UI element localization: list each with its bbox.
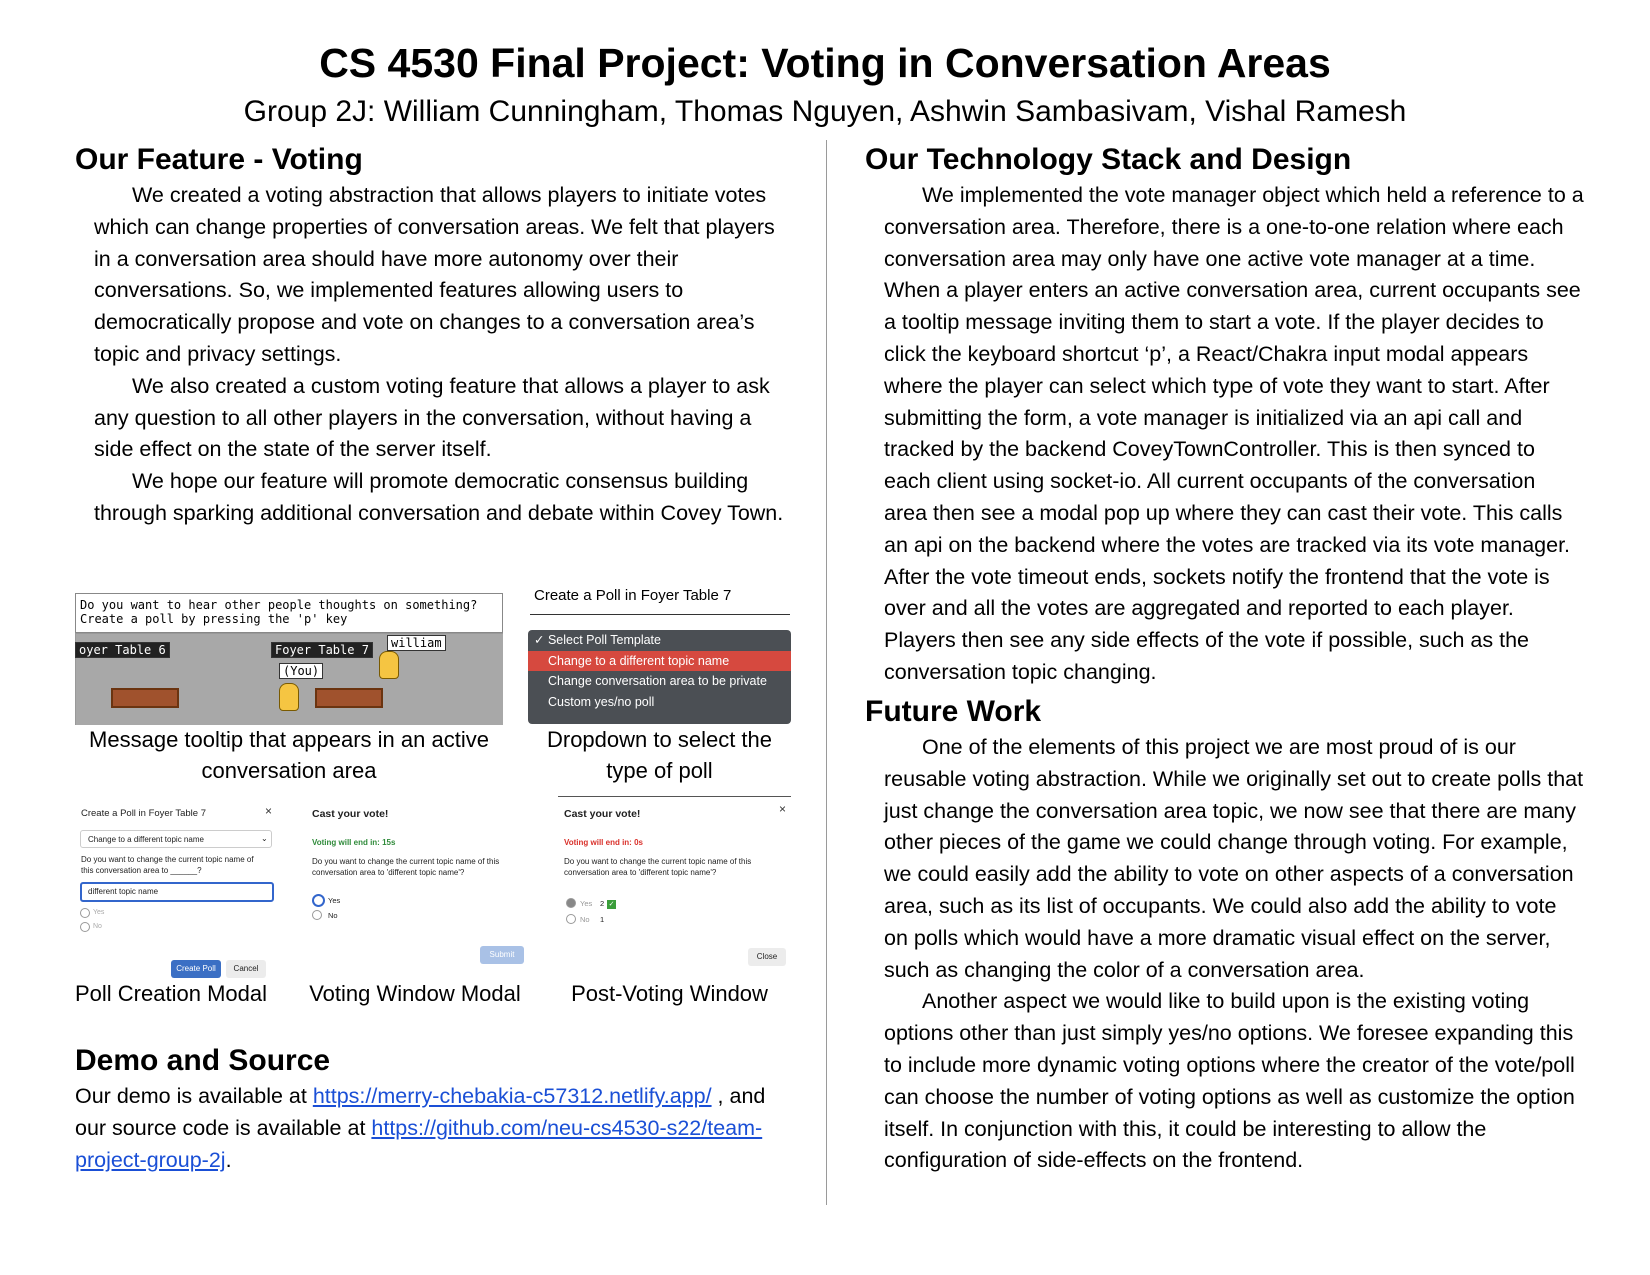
demo-heading: Demo and Source — [75, 1044, 331, 1077]
poll-template-dropdown[interactable]: ✓ Select Poll Template Change to a diffe… — [528, 630, 791, 724]
table7-label: Foyer Table 7 — [271, 642, 373, 658]
tech-body: We implemented the vote manager object w… — [865, 180, 1584, 689]
yes-radio — [566, 898, 576, 908]
future-heading: Future Work — [865, 695, 1042, 728]
future-section: Future Work One of the elements of this … — [865, 692, 1595, 1177]
voting-question: Do you want to change the current topic … — [312, 857, 500, 877]
close-icon[interactable]: × — [265, 804, 272, 818]
post-voting-modal: Cast your vote! × Voting will end in: 0s… — [558, 796, 791, 984]
demo-section: Demo and Source Our demo is available at… — [75, 1041, 805, 1176]
yes-option-label: Yes — [93, 909, 105, 916]
top-border — [558, 796, 791, 797]
no-option-label: No — [328, 911, 338, 920]
no-radio[interactable] — [80, 922, 90, 932]
tech-heading: Our Technology Stack and Design — [865, 143, 1352, 176]
dropdown-option[interactable]: ✓ Select Poll Template — [528, 630, 791, 651]
feature-section: Our Feature - Voting We created a voting… — [75, 140, 795, 530]
yes-count: 2 — [600, 899, 605, 908]
feature-paragraph: We also created a custom voting feature … — [94, 373, 770, 462]
no-radio — [566, 914, 576, 924]
cancel-button[interactable]: Cancel — [226, 960, 266, 978]
table-7 — [315, 688, 383, 708]
dropdown-modal-title: Create a Poll in Foyer Table 7 — [534, 587, 732, 604]
future-body: One of the elements of this project we a… — [865, 732, 1584, 1177]
no-option-label: No — [93, 923, 102, 930]
yes-option-label: Yes — [580, 899, 593, 908]
authors-line: Group 2J: William Cunningham, Thomas Ngu… — [243, 95, 1407, 128]
demo-text: . — [225, 1147, 232, 1172]
page-title: CS 4530 Final Project: Voting in Convers… — [319, 40, 1331, 86]
voting-caption: Voting Window Modal — [309, 981, 521, 1006]
tech-paragraph: We implemented the vote manager object w… — [884, 183, 1584, 684]
voting-title: Cast your vote! — [312, 808, 389, 820]
demo-body: Our demo is available at https://merry-c… — [75, 1081, 795, 1176]
feature-body: We created a voting abstraction that all… — [75, 180, 794, 530]
close-icon[interactable]: × — [779, 802, 786, 816]
tooltip-screenshot: Do you want to hear other people thought… — [75, 593, 503, 725]
table-6 — [111, 688, 179, 708]
feature-paragraph: We created a voting abstraction that all… — [94, 183, 775, 366]
submit-button[interactable]: Submit — [480, 946, 524, 964]
tooltip-line: Do you want to hear other people thought… — [80, 598, 478, 612]
dropdown-option[interactable]: Custom yes/no poll — [528, 692, 791, 713]
tooltip-line: Create a poll by pressing the 'p' key — [80, 612, 348, 626]
no-count: 1 — [600, 915, 605, 924]
no-radio[interactable] — [312, 910, 322, 920]
player-name-label: william — [387, 635, 446, 651]
feature-heading: Our Feature - Voting — [75, 143, 363, 176]
player-sprite-william — [379, 651, 399, 679]
column-divider — [826, 140, 827, 1205]
dropdown-option[interactable]: Change conversation area to be private — [528, 671, 791, 692]
voting-window-modal: Cast your vote! Voting will end in: 15s … — [306, 802, 528, 984]
demo-link[interactable]: https://merry-chebakia-c57312.netlify.ap… — [313, 1084, 712, 1108]
creation-question: Do you want to change the current topic … — [81, 855, 254, 875]
no-option-label: No — [580, 915, 590, 924]
yes-option-label: Yes — [328, 896, 341, 905]
creation-caption: Poll Creation Modal — [75, 981, 267, 1006]
post-question: Do you want to change the current topic … — [564, 857, 752, 877]
check-icon: ✓ — [607, 900, 616, 909]
future-paragraph: Another aspect we would like to build up… — [884, 989, 1575, 1173]
post-timer: Voting will end in: 0s — [564, 838, 643, 847]
dropdown-caption: Dropdown to select the type of poll — [546, 727, 773, 783]
tooltip-message: Do you want to hear other people thought… — [75, 593, 503, 633]
post-title: Cast your vote! — [564, 808, 641, 820]
future-paragraph: One of the elements of this project we a… — [884, 735, 1584, 982]
table6-label: oyer Table 6 — [75, 642, 170, 658]
you-label: (You) — [279, 663, 324, 679]
feature-paragraph: We hope our feature will promote democra… — [94, 469, 784, 525]
topic-input-value: different topic name — [88, 887, 159, 896]
creation-title: Create a Poll in Foyer Table 7 — [81, 808, 206, 819]
yes-radio[interactable] — [80, 908, 90, 918]
close-button[interactable]: Close — [748, 948, 786, 966]
tech-section: Our Technology Stack and Design We imple… — [865, 140, 1595, 689]
poll-type-select-value: Change to a different topic name — [88, 835, 204, 844]
voting-timer: Voting will end in: 15s — [312, 838, 396, 847]
poll-creation-modal: Create a Poll in Foyer Table 7 × Change … — [75, 802, 280, 984]
post-caption: Post-Voting Window — [571, 981, 768, 1006]
chevron-down-icon: ⌄ — [261, 834, 268, 843]
demo-text: Our demo is available at — [75, 1084, 313, 1108]
player-sprite-you — [279, 683, 299, 711]
yes-radio[interactable] — [312, 894, 325, 907]
dropdown-title-underline — [530, 614, 790, 615]
tooltip-caption: Message tooltip that appears in an activ… — [89, 727, 489, 783]
dropdown-option[interactable]: Change to a different topic name — [528, 650, 791, 671]
create-poll-button[interactable]: Create Poll — [171, 960, 221, 978]
